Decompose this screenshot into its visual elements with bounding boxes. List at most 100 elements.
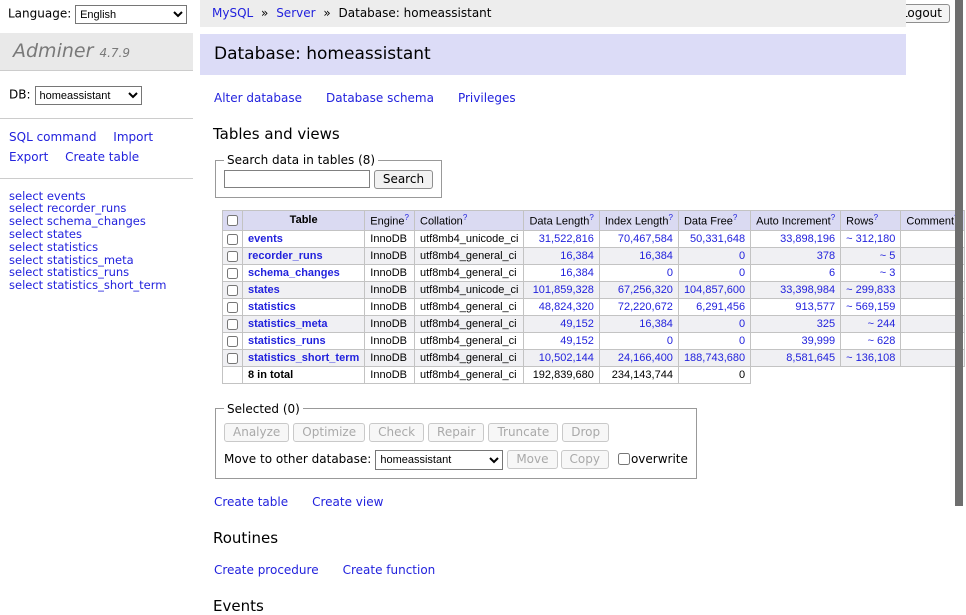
value-link-events-index-length[interactable]: 70,467,584 [618, 233, 673, 245]
value-link-schema-changes-data-length[interactable]: 16,384 [560, 267, 594, 279]
sidebar-action-import[interactable]: Import [113, 130, 153, 144]
breadcrumb-link-mysql[interactable]: MySQL [212, 6, 253, 20]
table-link-statistics-short-term[interactable]: statistics_short_term [248, 352, 359, 364]
row-checkbox-schema-changes[interactable] [227, 268, 238, 279]
row-checkbox-statistics-short-term[interactable] [227, 353, 238, 364]
help-link[interactable]: ? [405, 213, 409, 222]
value-link-states-auto-increment[interactable]: 33,398,984 [780, 284, 835, 296]
language-select[interactable]: English [75, 5, 187, 24]
value-link-recorder-runs-rows[interactable]: ~ 5 [880, 250, 896, 262]
row-checkbox-recorder-runs[interactable] [227, 251, 238, 262]
select-all-checkbox[interactable] [227, 215, 238, 226]
truncate-button[interactable]: Truncate [488, 423, 558, 442]
value-link-statistics-rows[interactable]: ~ 569,159 [846, 301, 895, 313]
value-link-events-data-free[interactable]: 50,331,648 [690, 233, 745, 245]
cell-auto-increment: 6 [751, 264, 841, 281]
value-link-states-rows[interactable]: ~ 299,833 [846, 284, 895, 296]
table-link-schema-changes[interactable]: schema_changes [248, 267, 340, 279]
value-link-statistics-runs-index-length[interactable]: 0 [667, 335, 673, 347]
overwrite-label[interactable]: overwrite [631, 452, 688, 466]
table-header-row: TableEngine?Collation?Data Length?Index … [223, 211, 965, 231]
move-db-select[interactable]: homeassistant [375, 450, 503, 470]
value-link-statistics-short-term-rows[interactable]: ~ 136,108 [846, 352, 895, 364]
db-links-alter-database[interactable]: Alter database [214, 91, 302, 105]
value-link-statistics-runs-rows[interactable]: ~ 628 [868, 335, 896, 347]
table-link-statistics[interactable]: statistics [248, 301, 296, 313]
value-link-events-data-length[interactable]: 31,522,816 [539, 233, 594, 245]
value-link-states-index-length[interactable]: 67,256,320 [618, 284, 673, 296]
drop-button[interactable]: Drop [562, 423, 609, 442]
app-version[interactable]: 4.7.9 [99, 46, 130, 60]
copy-button[interactable]: Copy [561, 450, 609, 469]
move-button[interactable]: Move [507, 450, 557, 469]
value-link-schema-changes-data-free[interactable]: 0 [739, 267, 745, 279]
value-link-statistics-index-length[interactable]: 72,220,672 [618, 301, 673, 313]
row-checkbox-statistics-runs[interactable] [227, 336, 238, 347]
table-link-recorder-runs[interactable]: recorder_runs [248, 250, 323, 262]
value-link-recorder-runs-index-length[interactable]: 16,384 [639, 250, 673, 262]
value-link-statistics-data-length[interactable]: 48,824,320 [539, 301, 594, 313]
routine-links: Create procedure Create function [214, 563, 906, 577]
help-link[interactable]: ? [874, 213, 878, 222]
row-checkbox-statistics-meta[interactable] [227, 319, 238, 330]
sidebar-link-select-statistics[interactable]: select statistics [9, 241, 193, 254]
sidebar-action-export[interactable]: Export [9, 150, 48, 164]
sidebar-link-select-statistics-short-term[interactable]: select statistics_short_term [9, 279, 193, 292]
overwrite-checkbox[interactable] [618, 453, 630, 465]
help-link[interactable]: ? [589, 213, 593, 222]
value-link-schema-changes-rows[interactable]: ~ 3 [880, 267, 896, 279]
value-link-statistics-runs-data-free[interactable]: 0 [739, 335, 745, 347]
row-checkbox-statistics[interactable] [227, 302, 238, 313]
value-link-statistics-meta-auto-increment[interactable]: 325 [817, 318, 835, 330]
create-links-create-view[interactable]: Create view [312, 495, 383, 509]
sidebar-action-sql-command[interactable]: SQL command [9, 130, 96, 144]
help-link[interactable]: ? [831, 213, 835, 222]
help-link[interactable]: ? [668, 213, 672, 222]
scrollbar-thumb[interactable] [955, 0, 963, 506]
breadcrumb-link-server[interactable]: Server [276, 6, 315, 20]
value-link-schema-changes-auto-increment[interactable]: 6 [829, 267, 835, 279]
search-button[interactable]: Search [374, 170, 433, 189]
value-link-statistics-short-term-data-free[interactable]: 188,743,680 [684, 352, 745, 364]
value-link-statistics-auto-increment[interactable]: 913,577 [795, 301, 835, 313]
routine-links-create-function[interactable]: Create function [343, 563, 436, 577]
analyze-button[interactable]: Analyze [224, 423, 289, 442]
row-checkbox-events[interactable] [227, 234, 238, 245]
repair-button[interactable]: Repair [428, 423, 484, 442]
sidebar-link-select-states[interactable]: select states [9, 228, 193, 241]
search-input[interactable] [224, 170, 370, 188]
value-link-statistics-data-free[interactable]: 6,291,456 [696, 301, 745, 313]
table-link-events[interactable]: events [248, 233, 283, 245]
value-link-statistics-meta-rows[interactable]: ~ 244 [868, 318, 896, 330]
sidebar-action-create-table[interactable]: Create table [65, 150, 139, 164]
value-link-statistics-runs-auto-increment[interactable]: 39,999 [802, 335, 836, 347]
db-links-database-schema[interactable]: Database schema [326, 91, 434, 105]
value-link-statistics-short-term-data-length[interactable]: 10,502,144 [539, 352, 594, 364]
check-button[interactable]: Check [369, 423, 424, 442]
value-link-statistics-runs-data-length[interactable]: 49,152 [560, 335, 594, 347]
value-link-events-auto-increment[interactable]: 33,898,196 [780, 233, 835, 245]
value-link-events-rows[interactable]: ~ 312,180 [846, 233, 895, 245]
optimize-button[interactable]: Optimize [293, 423, 365, 442]
db-select[interactable]: homeassistant [35, 86, 142, 105]
value-link-recorder-runs-data-free[interactable]: 0 [739, 250, 745, 262]
value-link-recorder-runs-auto-increment[interactable]: 378 [817, 250, 835, 262]
routine-links-create-procedure[interactable]: Create procedure [214, 563, 319, 577]
table-link-statistics-runs[interactable]: statistics_runs [248, 335, 326, 347]
help-link[interactable]: ? [733, 213, 737, 222]
value-link-states-data-length[interactable]: 101,859,328 [533, 284, 594, 296]
value-link-statistics-meta-data-length[interactable]: 49,152 [560, 318, 594, 330]
table-link-statistics-meta[interactable]: statistics_meta [248, 318, 328, 330]
value-link-statistics-meta-data-free[interactable]: 0 [739, 318, 745, 330]
value-link-recorder-runs-data-length[interactable]: 16,384 [560, 250, 594, 262]
table-link-states[interactable]: states [248, 284, 280, 296]
value-link-statistics-meta-index-length[interactable]: 16,384 [639, 318, 673, 330]
value-link-statistics-short-term-index-length[interactable]: 24,166,400 [618, 352, 673, 364]
value-link-states-data-free[interactable]: 104,857,600 [684, 284, 745, 296]
help-link[interactable]: ? [463, 213, 467, 222]
value-link-schema-changes-index-length[interactable]: 0 [667, 267, 673, 279]
db-links-privileges[interactable]: Privileges [458, 91, 516, 105]
value-link-statistics-short-term-auto-increment[interactable]: 8,581,645 [786, 352, 835, 364]
row-checkbox-states[interactable] [227, 285, 238, 296]
create-links-create-table[interactable]: Create table [214, 495, 288, 509]
